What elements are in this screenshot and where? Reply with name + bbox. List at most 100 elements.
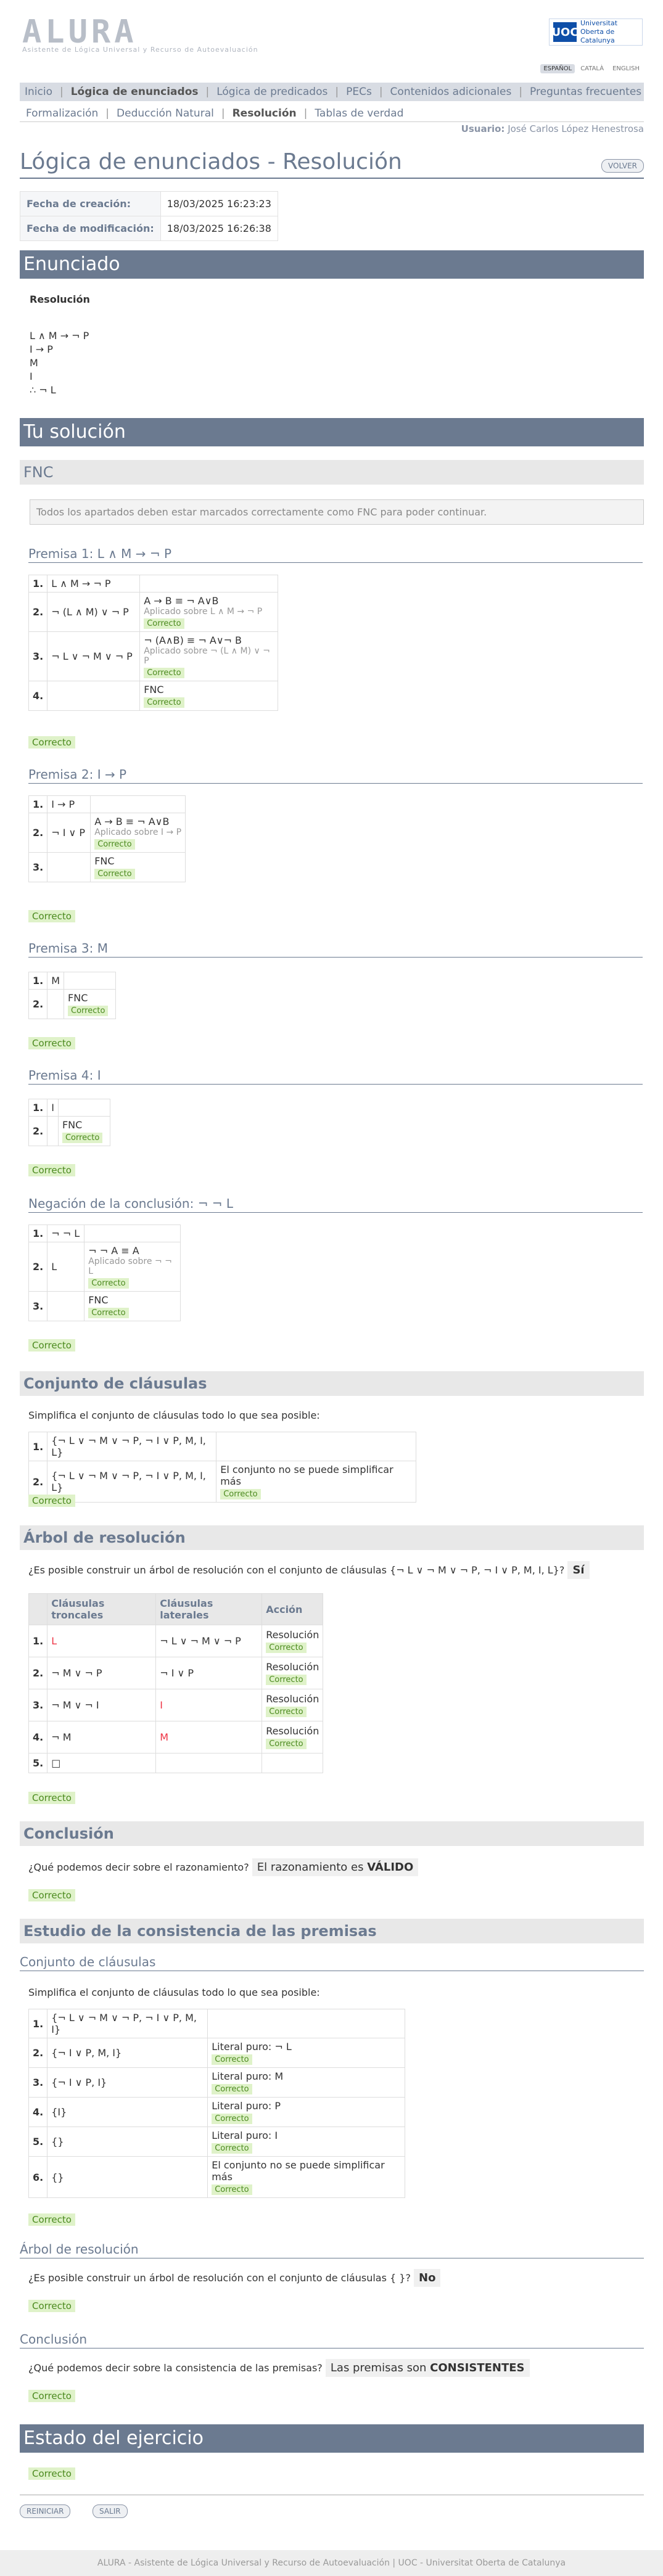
col-troncales: Cláusulas troncales [47,1593,157,1625]
clause-set: {¬ L ∨ ¬ M ∨ ¬ P, ¬ I ∨ P, M, I} [47,2009,208,2038]
clause-set: {} [47,2156,208,2198]
premisa-1-status: Correcto [28,736,75,749]
uoc-mark: UOC [551,22,579,42]
reiniciar-button[interactable]: REINICIAR [20,2504,71,2518]
nav-inicio[interactable]: Inicio [25,86,52,98]
lang-es[interactable]: ESPAÑOL [540,64,575,73]
arbol-status: Correcto [28,1792,75,1804]
step-rule: FNC [88,1294,109,1306]
nav-logica-predicados[interactable]: Lógica de predicados [216,86,327,98]
clause-set: {¬ I ∨ P, M, I} [47,2038,208,2068]
step-note: Aplicado sobre I → P [94,827,182,837]
creation-label: Fecha de creación: [20,191,161,216]
step-rule: A → B ≡ ¬ A∨B [94,816,170,827]
correct-badge: Correcto [212,2084,252,2094]
lang-ca[interactable]: CATALÀ [577,64,607,73]
correct-badge: Correcto [94,869,135,879]
step-number: 2. [28,1242,48,1292]
nav-pecs[interactable]: PECs [346,86,372,98]
correct-badge: Correcto [62,1133,103,1143]
consistencia-status: Correcto [28,2213,75,2226]
premisa-3-title: Premisa 3: M [28,941,643,958]
premise-line: I [30,371,33,382]
arbol-question: ¿Es posible construir un árbol de resolu… [28,1561,590,1579]
correct-badge: Correcto [266,1707,307,1717]
correct-badge: Correcto [212,2184,252,2195]
negacion-table: 1. ¬ ¬ L 2. L ¬ ¬ A ≡ A Aplicado sobre ¬ ¬ L… [28,1224,181,1321]
alura-logo[interactable]: ALURA [22,14,138,51]
step-note: Aplicado sobre ¬ ¬ L [88,1257,172,1276]
modification-label: Fecha de modificación: [20,216,161,241]
action: Resolución [266,1693,319,1705]
step-rule: FNC [144,684,164,695]
clause-result: Literal puro: P [212,2100,281,2112]
consistencia-arbol-title: Árbol de resolución [20,2242,644,2258]
title-divider [20,178,644,179]
correct-badge: Correcto [266,1643,307,1653]
step-number: 2. [28,1657,48,1689]
trunk-clause: ¬ M [47,1721,157,1754]
consistencia-arbol-answer: No [414,2269,441,2287]
correct-badge: Correcto [220,1489,261,1499]
empty-clause: □ [47,1753,157,1773]
lang-en[interactable]: ENGLISH [609,64,643,73]
correct-badge: Correcto [144,618,184,629]
step-rule: ¬ (A∧B) ≡ ¬ A∨¬ B [144,634,242,646]
premisa-2-table: 1. I → P 2. ¬ I ∨ PA → B ≡ ¬ A∨B Aplicado s… [28,795,186,882]
salir-button[interactable]: SALIR [93,2504,128,2518]
premisa-1-table: 1. L ∧ M → ¬ P 2. ¬ (L ∧ M) ∨ ¬ PA → B ≡ ¬… [28,575,279,711]
step-number: 2. [28,592,48,632]
correct-badge: Correcto [266,1739,307,1749]
step-formula: ¬ L ∨ ¬ M ∨ ¬ P [47,631,141,681]
estado-status: Correcto [28,2467,75,2480]
premisa-1-title: Premisa 1: L ∧ M → ¬ P [28,546,643,563]
negacion-status: Correcto [28,1339,75,1352]
conclusion-header: Conclusión [20,1821,644,1846]
uoc-logo[interactable]: UOC Universitat Oberta de Catalunya [549,18,643,46]
nav-contenidos[interactable]: Contenidos adicionales [390,86,512,98]
fnc-header: FNC [20,460,644,485]
step-rule: A → B ≡ ¬ A∨B [144,595,219,607]
creation-value: 18/03/2025 16:23:23 [160,191,278,216]
correct-badge: Correcto [144,697,184,708]
step-number: 5. [28,1753,48,1773]
clausulas-title: Conjunto de cláusulas [23,1375,207,1392]
correct-badge: Correcto [212,2114,252,2124]
subnav-resolucion[interactable]: Resolución [233,107,297,120]
nav-logica-enunciados[interactable]: Lógica de enunciados [71,86,199,98]
col-laterales: Cláusulas laterales [155,1593,263,1625]
clause-set: {} [47,2127,208,2157]
step-number: 4. [28,2097,48,2127]
consistencia-clausulas-title: Conjunto de cláusulas [20,1955,644,1971]
step-number: 1. [28,1224,48,1242]
step-number: 2. [28,989,48,1019]
subnav-tablas[interactable]: Tablas de verdad [315,107,403,120]
step-number: 3. [28,1689,48,1721]
clause-set: {I} [47,2097,208,2127]
trunk-clause: ¬ M ∨ ¬ I [47,1689,157,1721]
premisa-2-title: Premisa 2: I → P [28,767,643,784]
clause-result: Literal puro: M [212,2070,284,2082]
action: Resolución [266,1629,319,1641]
nav-faq[interactable]: Preguntas frecuentes [530,86,641,98]
premisa-4-title: Premisa 4: I [28,1068,643,1085]
col-accion: Acción [261,1593,324,1625]
step-number: 4. [28,1721,48,1754]
subnav-deduccion[interactable]: Deducción Natural [117,107,214,120]
action: Resolución [266,1725,319,1737]
step-rule: FNC [68,992,88,1004]
volver-button[interactable]: VOLVER [601,159,644,173]
conclusion-question: ¿Qué podemos decir sobre el razonamiento… [28,1858,419,1876]
premise-line: L ∧ M → ¬ P [30,330,89,342]
step-number: 1. [28,795,48,813]
clause-set: {¬ I ∨ P, I} [47,2067,208,2098]
subnav-formalizacion[interactable]: Formalización [26,107,98,120]
correct-badge: Correcto [144,668,184,678]
logo-subtitle: Asistente de Lógica Universal y Recurso … [22,46,258,54]
step-formula: ¬ I ∨ P [47,813,91,853]
uoc-text: Universitat Oberta de Catalunya [580,19,618,44]
arbol-table: Cláusulas troncales Cláusulas laterales Ac… [28,1593,324,1773]
consistencia-concl-bold: CONSISTENTES [430,2361,525,2374]
fnc-info: Todos los apartados deben estar marcados… [30,499,644,525]
clause-result: El conjunto no se puede simplificar más [212,2159,385,2183]
